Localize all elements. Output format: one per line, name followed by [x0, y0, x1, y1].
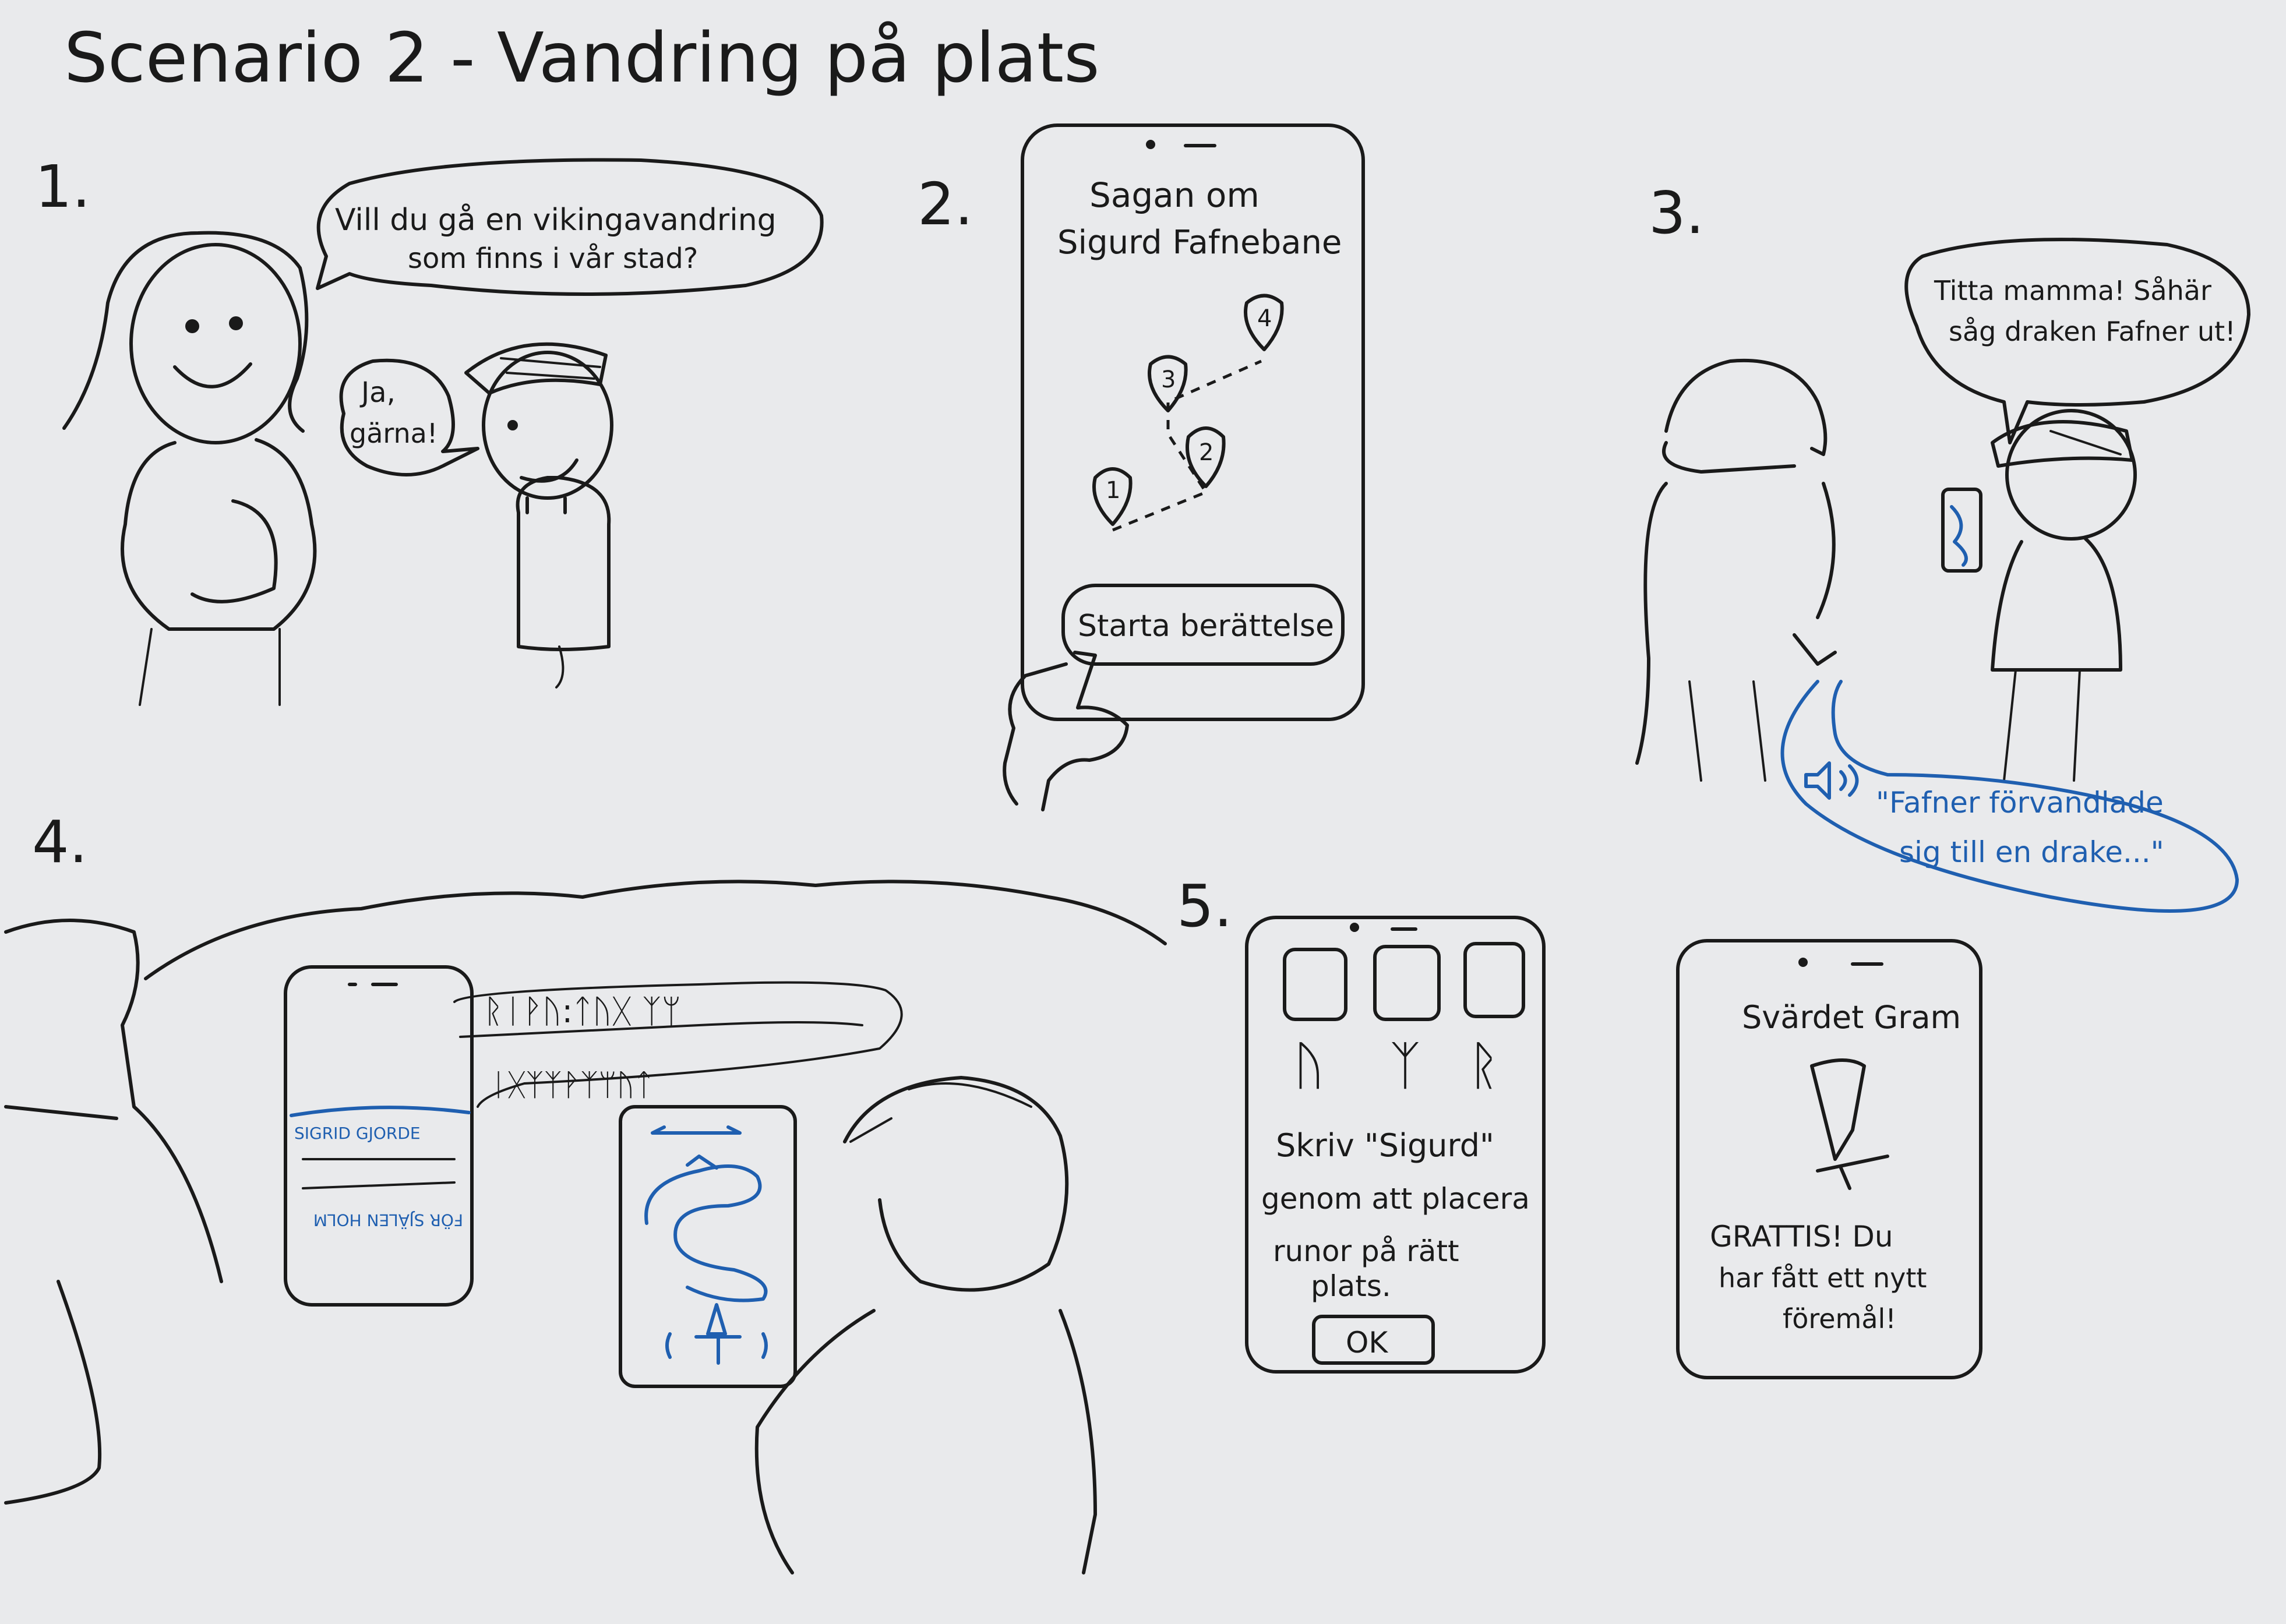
panel-1-number: 1. [35, 153, 90, 221]
reward-line3: föremål! [1783, 1303, 1896, 1334]
child-with-phone-figure [1941, 409, 2137, 782]
ok-button-label: OK [1346, 1326, 1388, 1360]
p4-phone-text-2: FÖR SJÄLEN HOLM [313, 1210, 463, 1230]
rune-slot-1[interactable] [1283, 948, 1347, 1021]
woman-figure [62, 231, 317, 706]
p3-audio-line2: sig till en drake..." [1899, 835, 2164, 869]
map-pin-4: 4 [1257, 305, 1272, 332]
map-pin-3: 3 [1161, 366, 1176, 393]
finger-tap-icon [1003, 651, 1129, 811]
p1-bubble-line1: Vill du gå en vikingavandring [335, 203, 777, 238]
panel-5: 5. ᚢ ᛉ ᚱ Skriv "Sigurd" genom att placer… [1177, 872, 1982, 1379]
p4-phone-text-1: SIGRID GJORDE [294, 1124, 421, 1143]
rune-slot-2[interactable] [1373, 945, 1441, 1021]
panel-2: 2. Sagan om Sigurd Fafnebane 1 2 3 4 Sta… [918, 123, 1365, 811]
speaker-icon [1804, 761, 1859, 800]
p1-bubble-line2: som finns i vår stad? [408, 242, 698, 275]
storyboard-sheet: Scenario 2 - Vandring på plats 1. Vill d… [0, 0, 2286, 1622]
p3-bubble-line2: såg draken Fafner ut! [1949, 316, 2236, 347]
map-pin-2: 2 [1199, 439, 1213, 466]
panel-3: 3. Titta mamma! Såhär såg draken Fafner … [1635, 179, 2250, 913]
rune-option-3[interactable]: ᚱ [1468, 1035, 1500, 1096]
p1-reply-line1: Ja, [359, 376, 396, 409]
reward-line1: GRATTIS! Du [1710, 1220, 1893, 1254]
panel-5-number: 5. [1177, 872, 1232, 940]
panel-4: 4. ᚱᛁᚹᚢ:ᛏᚢᚷ ᛉᛘ ᛁᚷᛉᛉᚹᛉᛘᚢᛏ SIGRID GJORDE F… [4, 808, 1167, 1574]
map-pin-icon[interactable]: 4 [1244, 294, 1284, 351]
mother-back-figure [1635, 358, 1837, 782]
sword-icon[interactable] [665, 1303, 768, 1365]
p5-instr-line3: runor på rätt [1273, 1234, 1459, 1268]
start-story-button-label: Starta berättelse [1078, 609, 1334, 644]
ok-button[interactable]: OK [1312, 1315, 1435, 1365]
p2-story-title-line2: Sigurd Fafnebane [1057, 224, 1342, 262]
rune-row-top: ᚱᛁᚹᚢ:ᛏᚢᚷ ᛉᛘ [484, 993, 681, 1030]
p5-instr-line2: genom att placera [1261, 1182, 1530, 1216]
p5-instr-line4: plats. [1311, 1269, 1391, 1303]
storyboard-drawing: Scenario 2 - Vandring på plats 1. Vill d… [4, 17, 2250, 1574]
reward-title: Svärdet Gram [1742, 999, 1961, 1036]
panel-2-number: 2. [918, 170, 973, 238]
p4-phone-ar [619, 1105, 797, 1388]
panel-1: 1. Vill du gå en vikingavandring som fin… [35, 153, 824, 706]
panel-3-number: 3. [1649, 179, 1704, 247]
map-pin-icon[interactable]: 2 [1186, 426, 1226, 488]
rune-option-1[interactable]: ᚢ [1293, 1035, 1325, 1096]
p1-reply-line2: gärna! [350, 418, 438, 449]
start-story-button[interactable]: Starta berättelse [1061, 584, 1345, 666]
child-figure [464, 342, 613, 689]
p2-story-title-line1: Sagan om [1089, 175, 1260, 215]
p3-bubble-line1: Titta mamma! Såhär [1934, 275, 2211, 306]
rune-slots [1283, 942, 1525, 1021]
page-title: Scenario 2 - Vandring på plats [64, 17, 1100, 98]
sword-icon [1810, 1058, 1889, 1190]
panel-4-number: 4. [32, 808, 87, 876]
rune-row-bottom: ᛁᚷᛉᛉᚹᛉᛘᚢᛏ [489, 1068, 653, 1103]
p5-instr-line1: Skriv "Sigurd" [1276, 1127, 1494, 1164]
map-pin-icon[interactable]: 1 [1092, 467, 1133, 526]
rune-option-2[interactable]: ᛉ [1389, 1035, 1421, 1096]
reward-line2: har fått ett nytt [1719, 1262, 1927, 1294]
map-pin-1: 1 [1106, 477, 1120, 504]
p3-audio-line1: "Fafner förvandlade [1876, 786, 2164, 820]
dragon-icon [644, 1155, 768, 1302]
rune-slot-3[interactable] [1463, 942, 1525, 1018]
